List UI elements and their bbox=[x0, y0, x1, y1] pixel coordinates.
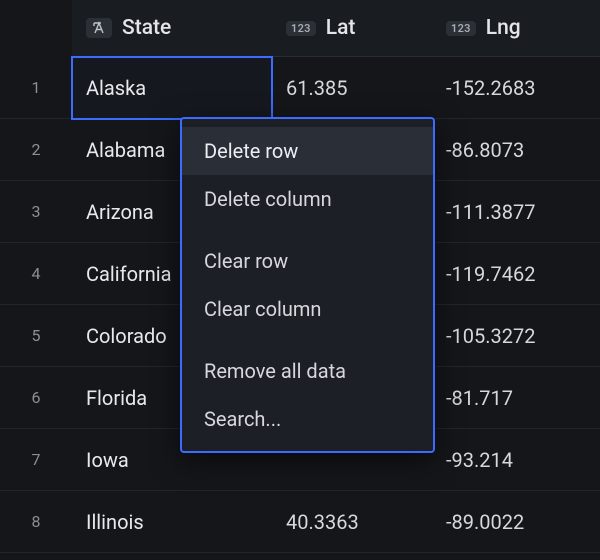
menu-delete-row[interactable]: Delete row bbox=[182, 127, 433, 175]
row-number[interactable]: 1 bbox=[0, 57, 72, 119]
cell-lng[interactable]: -111.3877 bbox=[432, 181, 600, 243]
column-header-lat[interactable]: 123 Lat bbox=[272, 0, 432, 57]
column-header-label: Lat bbox=[326, 16, 356, 40]
row-number[interactable]: 2 bbox=[0, 119, 72, 181]
menu-delete-column[interactable]: Delete column bbox=[182, 175, 433, 223]
number-type-icon: 123 bbox=[286, 21, 316, 36]
cell-lng[interactable]: -89.0022 bbox=[432, 491, 600, 553]
row-number[interactable]: 7 bbox=[0, 429, 72, 491]
cell-lng[interactable]: -105.3272 bbox=[432, 305, 600, 367]
cell-lng[interactable]: -152.2683 bbox=[432, 57, 600, 119]
row-number[interactable]: 8 bbox=[0, 491, 72, 553]
cell-lng[interactable]: -93.214 bbox=[432, 429, 600, 491]
menu-clear-row[interactable]: Clear row bbox=[182, 237, 433, 285]
menu-clear-column[interactable]: Clear column bbox=[182, 285, 433, 333]
data-table: State 123 Lat 123 Lng 1 Alaska 61.385 -1… bbox=[0, 0, 600, 553]
column-header-state[interactable]: State bbox=[72, 0, 272, 57]
cell-lng[interactable]: -119.7462 bbox=[432, 243, 600, 305]
cell-state[interactable]: Illinois bbox=[72, 491, 272, 553]
column-header-lng[interactable]: 123 Lng bbox=[432, 0, 600, 57]
cell-lat[interactable]: 40.3363 bbox=[272, 491, 432, 553]
cell-state[interactable]: Alaska bbox=[72, 57, 272, 119]
menu-separator bbox=[182, 223, 433, 237]
row-number[interactable]: 4 bbox=[0, 243, 72, 305]
menu-separator bbox=[182, 333, 433, 347]
cell-lat[interactable]: 61.385 bbox=[272, 57, 432, 119]
column-header-label: State bbox=[122, 16, 171, 40]
cell-lng[interactable]: -86.8073 bbox=[432, 119, 600, 181]
row-number[interactable]: 3 bbox=[0, 181, 72, 243]
text-type-icon bbox=[86, 18, 112, 38]
context-menu: Delete row Delete column Clear row Clear… bbox=[180, 117, 435, 453]
column-header-label: Lng bbox=[486, 16, 521, 40]
cell-lng[interactable]: -81.717 bbox=[432, 367, 600, 429]
row-number-header bbox=[0, 0, 72, 57]
menu-search[interactable]: Search... bbox=[182, 395, 433, 443]
row-number[interactable]: 6 bbox=[0, 367, 72, 429]
menu-remove-all-data[interactable]: Remove all data bbox=[182, 347, 433, 395]
row-number[interactable]: 5 bbox=[0, 305, 72, 367]
number-type-icon: 123 bbox=[446, 21, 476, 36]
